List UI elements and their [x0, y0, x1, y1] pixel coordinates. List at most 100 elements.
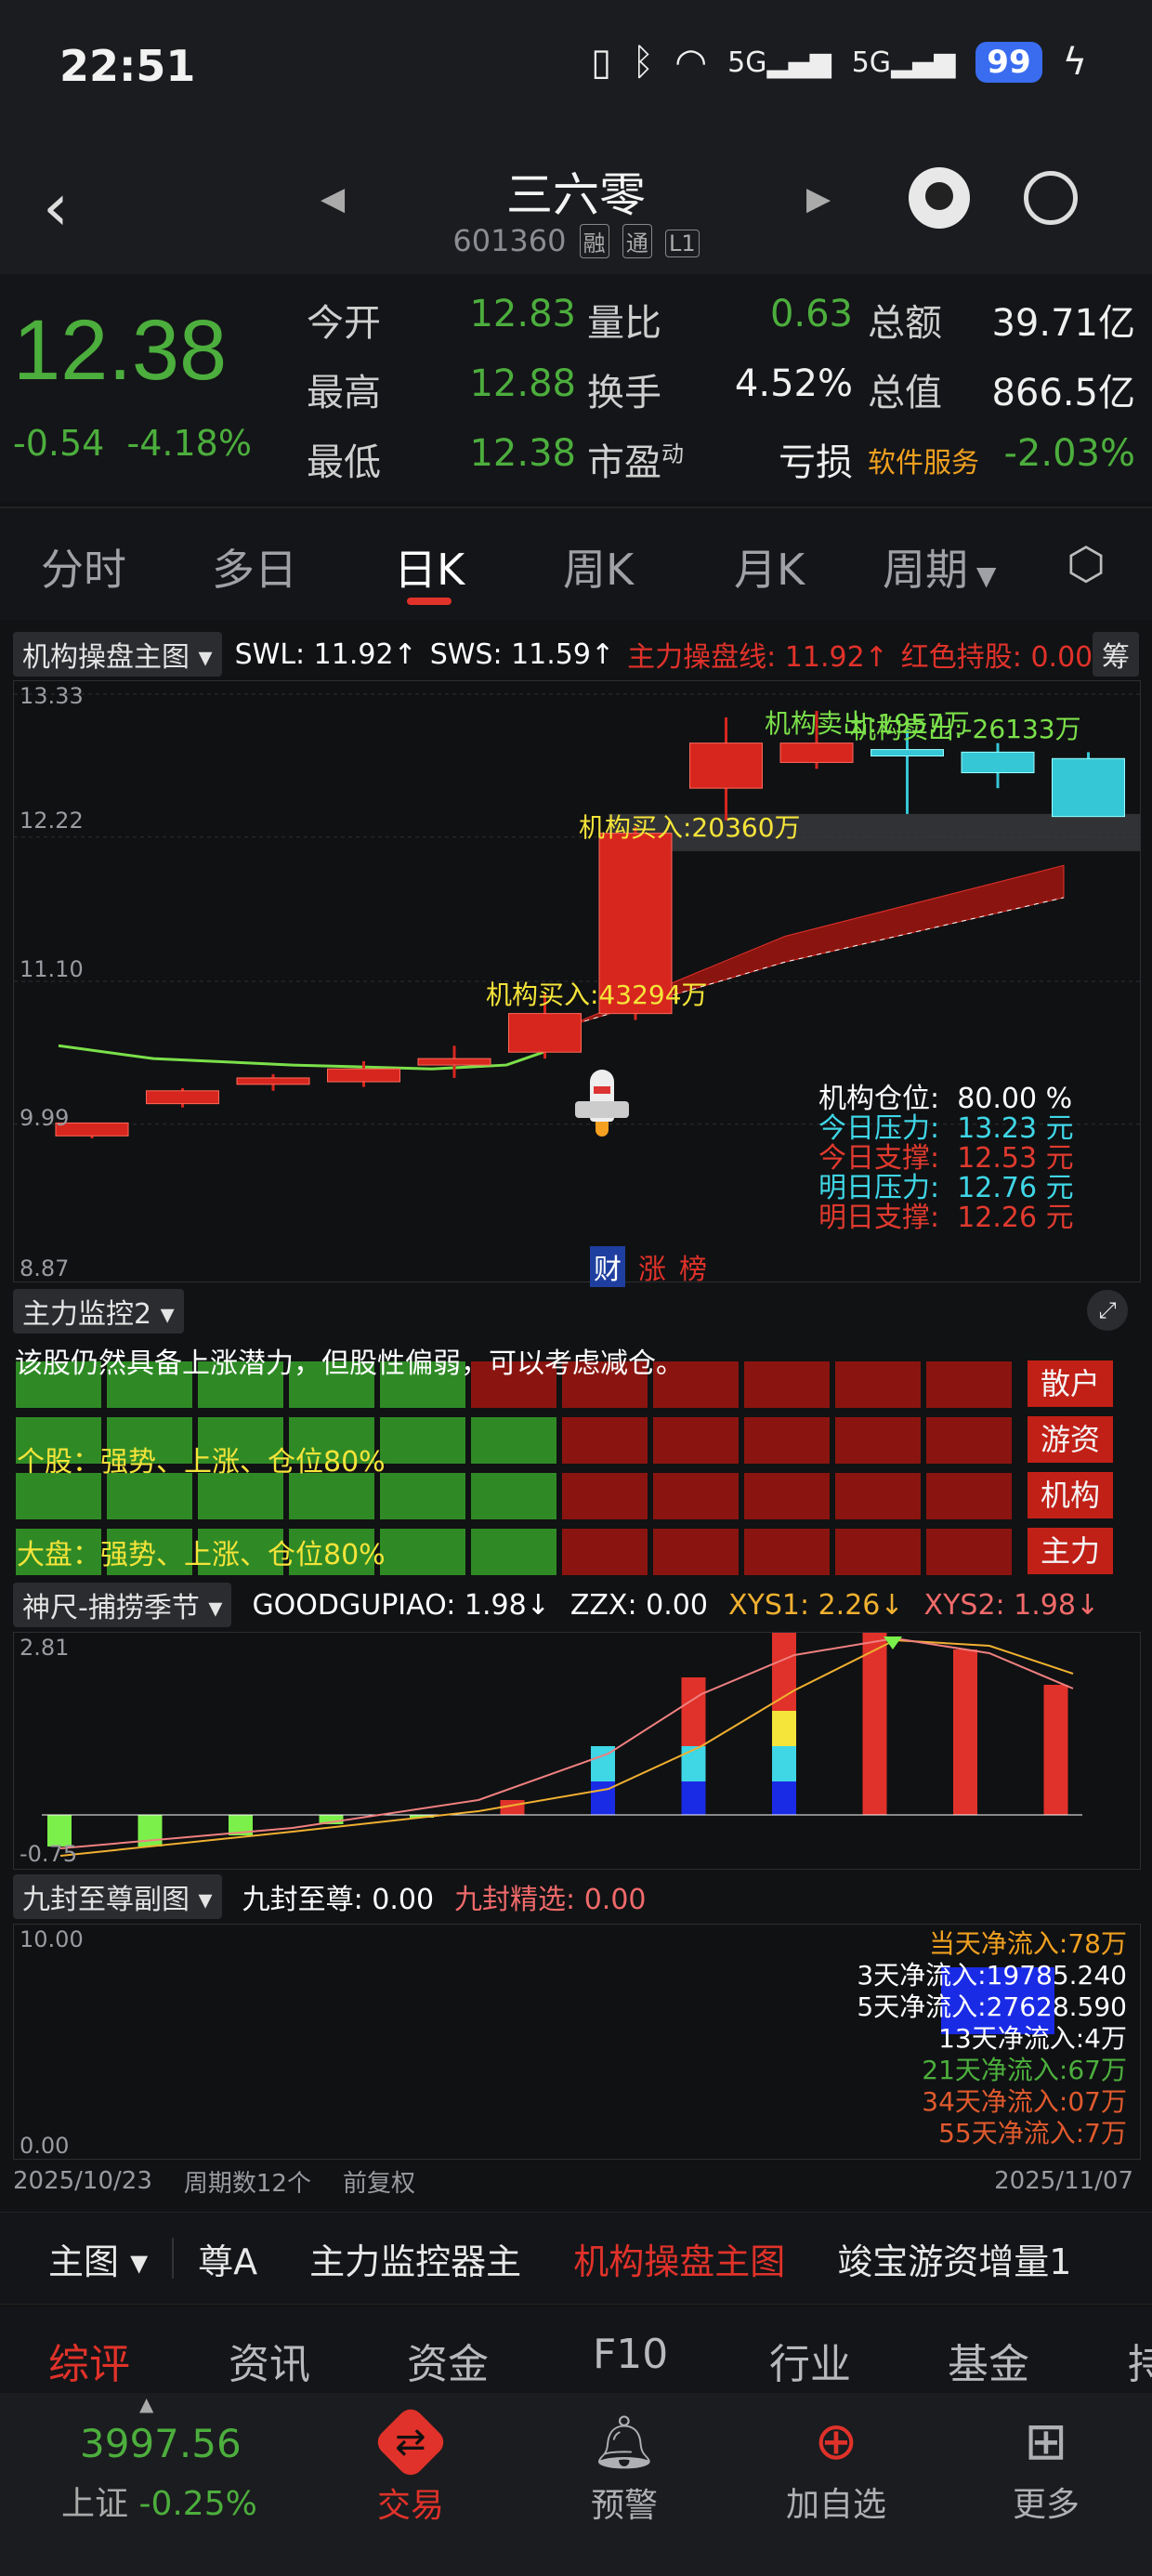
- monitor-cell: [470, 1416, 557, 1465]
- sector-name[interactable]: 软件服务: [868, 440, 979, 480]
- tab-capital[interactable]: 资金: [407, 2331, 489, 2390]
- search-icon[interactable]: [1024, 171, 1078, 225]
- end-date: 2025/11/07: [994, 2167, 1133, 2195]
- dock-more[interactable]: ⊞ 更多: [981, 2412, 1111, 2526]
- rocket-icon: [569, 1070, 635, 1144]
- position-stats: 机构仓位: 80.00 % 今日压力: 13.23 元 今日支撑: 12.53 …: [818, 1083, 1074, 1234]
- oscillator-segment: [772, 1781, 796, 1815]
- rank-tags[interactable]: 财 涨 榜: [590, 1246, 707, 1287]
- jiufeng-select[interactable]: 九封至尊副图 ▾: [13, 1874, 222, 1919]
- market-cap-label: 总值: [868, 372, 942, 414]
- divider: [172, 2238, 175, 2279]
- tab-industry[interactable]: 行业: [769, 2331, 851, 2390]
- tab-monthly-k[interactable]: 月K: [734, 536, 805, 598]
- buy-annotation-2: 机构买入:20360万: [579, 812, 801, 843]
- 5g-signal-icon: 5G▂▄▆: [851, 46, 956, 79]
- osc-y-min: -0.75: [20, 1841, 78, 1867]
- xys2-line: [59, 1636, 1074, 1849]
- retail-label: 散户: [1028, 1360, 1113, 1407]
- finance-tag[interactable]: 财: [590, 1246, 625, 1287]
- buy-annotation-1: 机构买入:43294万: [486, 979, 708, 1010]
- index-value: 3997.56: [80, 2421, 242, 2466]
- candle-body: [871, 749, 944, 757]
- caret-up-icon[interactable]: ▲: [139, 2393, 153, 2415]
- oscillator-segment: [681, 1781, 706, 1815]
- dock-alert[interactable]: 🔔︎ 预警: [559, 2412, 689, 2527]
- swl-value: SWL: 11.92↑: [234, 637, 417, 671]
- indicator-monitor[interactable]: 主力监控器主: [309, 2233, 521, 2284]
- monitor-cell: [470, 1472, 557, 1520]
- main-chart-dropdown[interactable]: 主图 ▾: [48, 2233, 148, 2284]
- jiufeng-chart[interactable]: 10.00 0.00 当天净流入:78万 3天净流入:19785.240 5天净…: [13, 1924, 1141, 2160]
- adjust-mode[interactable]: 前复权: [343, 2164, 415, 2199]
- jingxuan-value: 九封精选: 0.00: [454, 1884, 647, 1916]
- vibrate-icon: ▯: [591, 41, 612, 84]
- tab-weekly-k[interactable]: 周K: [563, 536, 634, 598]
- oscillator-segment: [772, 1746, 796, 1781]
- tab-period[interactable]: 周期 ▼: [883, 536, 996, 598]
- rank-tag[interactable]: 榜: [679, 1246, 707, 1287]
- add-icon: ⊕: [814, 2412, 858, 2472]
- main-force-label: 主力: [1028, 1528, 1113, 1574]
- bottom-dock: ▲ 3997.56 上证 -0.25% ⇄ 交易 🔔︎ 预警 ⊕ 加自选 ⊞ 更…: [0, 2393, 1152, 2576]
- xys1-line: [59, 1638, 1074, 1857]
- monitor-cell: [925, 1528, 1013, 1576]
- hotmoney-label: 游资: [1028, 1416, 1113, 1463]
- next-stock-icon[interactable]: ▶: [806, 180, 831, 217]
- dock-add-watch[interactable]: ⊕ 加自选: [771, 2412, 901, 2526]
- last-price: 12.38: [13, 303, 228, 398]
- pe-label: 市盈动: [587, 440, 684, 484]
- tab-overview[interactable]: 综评: [48, 2331, 130, 2390]
- shenchi-select[interactable]: 神尺-捕捞季节 ▾: [13, 1583, 232, 1627]
- chips-button[interactable]: 筹: [1093, 632, 1139, 677]
- turnover-rate-value: 4.52%: [734, 362, 853, 405]
- stock-code: 601360: [452, 223, 567, 258]
- mascot-icon[interactable]: [909, 167, 970, 229]
- monitor-cell: [834, 1528, 922, 1576]
- turnover-amount-label: 总额: [868, 302, 942, 345]
- inflow-55d: 55天净流入:7万: [938, 2118, 1127, 2149]
- inflow-5d: 5天净流入:27628.590: [857, 1991, 1127, 2022]
- candle-body: [236, 1077, 310, 1085]
- monitor-cell: [379, 1416, 466, 1465]
- dock-trade[interactable]: ⇄ 交易: [346, 2403, 476, 2527]
- tab-fund[interactable]: 基金: [948, 2331, 1029, 2390]
- stock-status: 个股：强势、上涨、仓位80%: [17, 1446, 386, 1479]
- stock-code-line: 601360 融 通 L1: [0, 223, 1152, 258]
- open-value: 12.83: [469, 293, 576, 335]
- osc-y-max: 2.81: [20, 1635, 70, 1661]
- settings-hex-icon[interactable]: ⬡: [1067, 538, 1106, 590]
- expand-icon[interactable]: ⤢: [1087, 1290, 1128, 1331]
- high-value: 12.88: [469, 362, 576, 405]
- index-line[interactable]: 上证 -0.25%: [61, 2477, 257, 2525]
- monitor-select[interactable]: 主力监控2 ▾: [13, 1289, 184, 1334]
- turnover-amount-value: 39.71亿: [991, 302, 1135, 345]
- indicator-zuna[interactable]: 尊A: [198, 2233, 257, 2284]
- monitor-cell: [652, 1416, 740, 1465]
- indicator-institution[interactable]: 机构操盘主图: [573, 2233, 785, 2284]
- main-candle-chart[interactable]: 13.33 12.22 11.10 9.99 8.87 机构买入:43294万 …: [13, 680, 1141, 1287]
- indicator-hotmoney[interactable]: 竣宝游资增量1: [837, 2233, 1071, 2284]
- oscillator-segment: [591, 1781, 615, 1815]
- tab-news[interactable]: 资讯: [229, 2331, 310, 2390]
- y-label-2: 12.22: [20, 808, 84, 834]
- shenchi-chart[interactable]: 2.81 -0.75: [13, 1632, 1141, 1870]
- tab-f10[interactable]: F10: [593, 2331, 668, 2378]
- 5g-signal-icon: 5G▂▄▆: [727, 46, 831, 79]
- volume-ratio-value: 0.63: [769, 293, 853, 335]
- trade-icon: ⇄: [372, 2403, 450, 2481]
- main-indicator-select[interactable]: 机构操盘主图 ▾: [13, 632, 222, 677]
- xys2-value: XYS2: 1.98↓: [923, 1588, 1100, 1622]
- tab-multiday[interactable]: 多日: [212, 536, 297, 598]
- tab-daily-k[interactable]: 日K: [394, 536, 465, 598]
- monitor-panel: 该股仍然具备上涨潜力，但股性偏弱，可以考虑减仓。 个股：强势、上涨、仓位80% …: [13, 1334, 1139, 1584]
- bluetooth-icon: ᛒ: [632, 41, 655, 84]
- monitor-cell: [743, 1360, 831, 1409]
- zzx-value: ZZX: 0.00: [569, 1588, 708, 1622]
- sector-change: -2.03%: [1003, 432, 1135, 475]
- rise-tag[interactable]: 涨: [638, 1246, 666, 1287]
- tab-intraday[interactable]: 分时: [41, 536, 126, 598]
- tab-holdings[interactable]: 持: [1128, 2331, 1152, 2390]
- low-label: 最低: [307, 441, 381, 484]
- monitor-cell: [925, 1360, 1013, 1409]
